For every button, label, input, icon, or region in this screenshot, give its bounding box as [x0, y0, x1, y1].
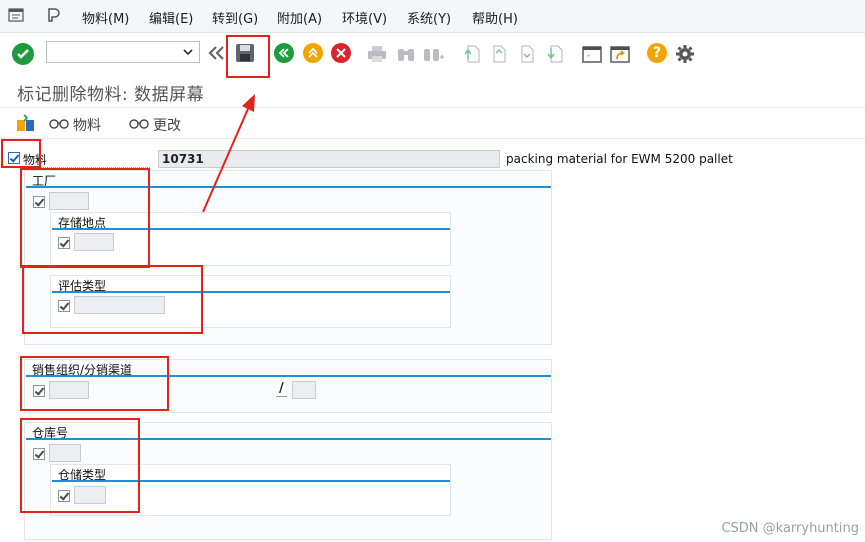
- find-next-icon[interactable]: [423, 45, 445, 63]
- highlight-valuation: [22, 265, 203, 334]
- create-session-icon[interactable]: [582, 44, 604, 64]
- settings-icon[interactable]: [675, 44, 695, 64]
- distribution-channel-separator: /: [276, 381, 287, 397]
- highlight-plant: [20, 168, 150, 268]
- last-page-icon[interactable]: [545, 44, 563, 64]
- first-page-icon[interactable]: [462, 44, 480, 64]
- annotation-arrow-icon: [202, 94, 255, 213]
- print-icon[interactable]: [367, 45, 387, 63]
- dropdown-icon[interactable]: [181, 45, 195, 59]
- menu-material[interactable]: 物料(M): [82, 8, 129, 27]
- application-toolbar: 物料 更改: [0, 108, 865, 138]
- find-icon[interactable]: [396, 45, 416, 63]
- glasses-icon[interactable]: [129, 117, 149, 129]
- toolbar-separator: [0, 138, 865, 139]
- exit-icon[interactable]: [303, 43, 323, 63]
- next-page-icon[interactable]: [518, 44, 536, 64]
- org-levels-icon[interactable]: [16, 114, 36, 132]
- menu-environment[interactable]: 环境(V): [342, 8, 387, 27]
- highlight-warehouse: [20, 418, 140, 513]
- sap-logo-icon[interactable]: [46, 7, 62, 23]
- page-title: 标记删除物料: 数据屏幕: [17, 85, 205, 105]
- menu-system[interactable]: 系统(Y): [407, 8, 451, 27]
- changes-button[interactable]: 更改: [153, 115, 181, 135]
- highlight-material: [1, 139, 41, 168]
- shortcut-icon[interactable]: [610, 44, 632, 64]
- command-field[interactable]: [46, 41, 200, 63]
- double-left-icon[interactable]: [207, 45, 227, 61]
- menu-help[interactable]: 帮助(H): [472, 8, 518, 27]
- prev-page-icon[interactable]: [490, 44, 508, 64]
- help-icon[interactable]: ?: [647, 43, 667, 63]
- menu-bar: 物料(M) 编辑(E) 转到(G) 附加(A) 环境(V) 系统(Y) 帮助(H…: [0, 0, 865, 33]
- menu-goto[interactable]: 转到(G): [212, 8, 258, 27]
- menu-extras[interactable]: 附加(A): [277, 8, 322, 27]
- material-description: packing material for EWM 5200 pallet: [506, 152, 733, 166]
- highlight-sales: [20, 356, 169, 411]
- back-icon[interactable]: [274, 43, 294, 63]
- glasses-icon[interactable]: [49, 117, 69, 129]
- distribution-channel-field[interactable]: [292, 381, 316, 399]
- check-icon[interactable]: [12, 43, 34, 65]
- watermark: CSDN @karryhunting: [721, 521, 859, 536]
- highlight-save: [226, 35, 270, 78]
- cancel-icon[interactable]: [331, 43, 351, 63]
- material-label-frame: [25, 150, 150, 168]
- menu-list-icon[interactable]: [8, 7, 24, 23]
- menu-edit[interactable]: 编辑(E): [149, 8, 193, 27]
- material-button[interactable]: 物料: [73, 115, 101, 135]
